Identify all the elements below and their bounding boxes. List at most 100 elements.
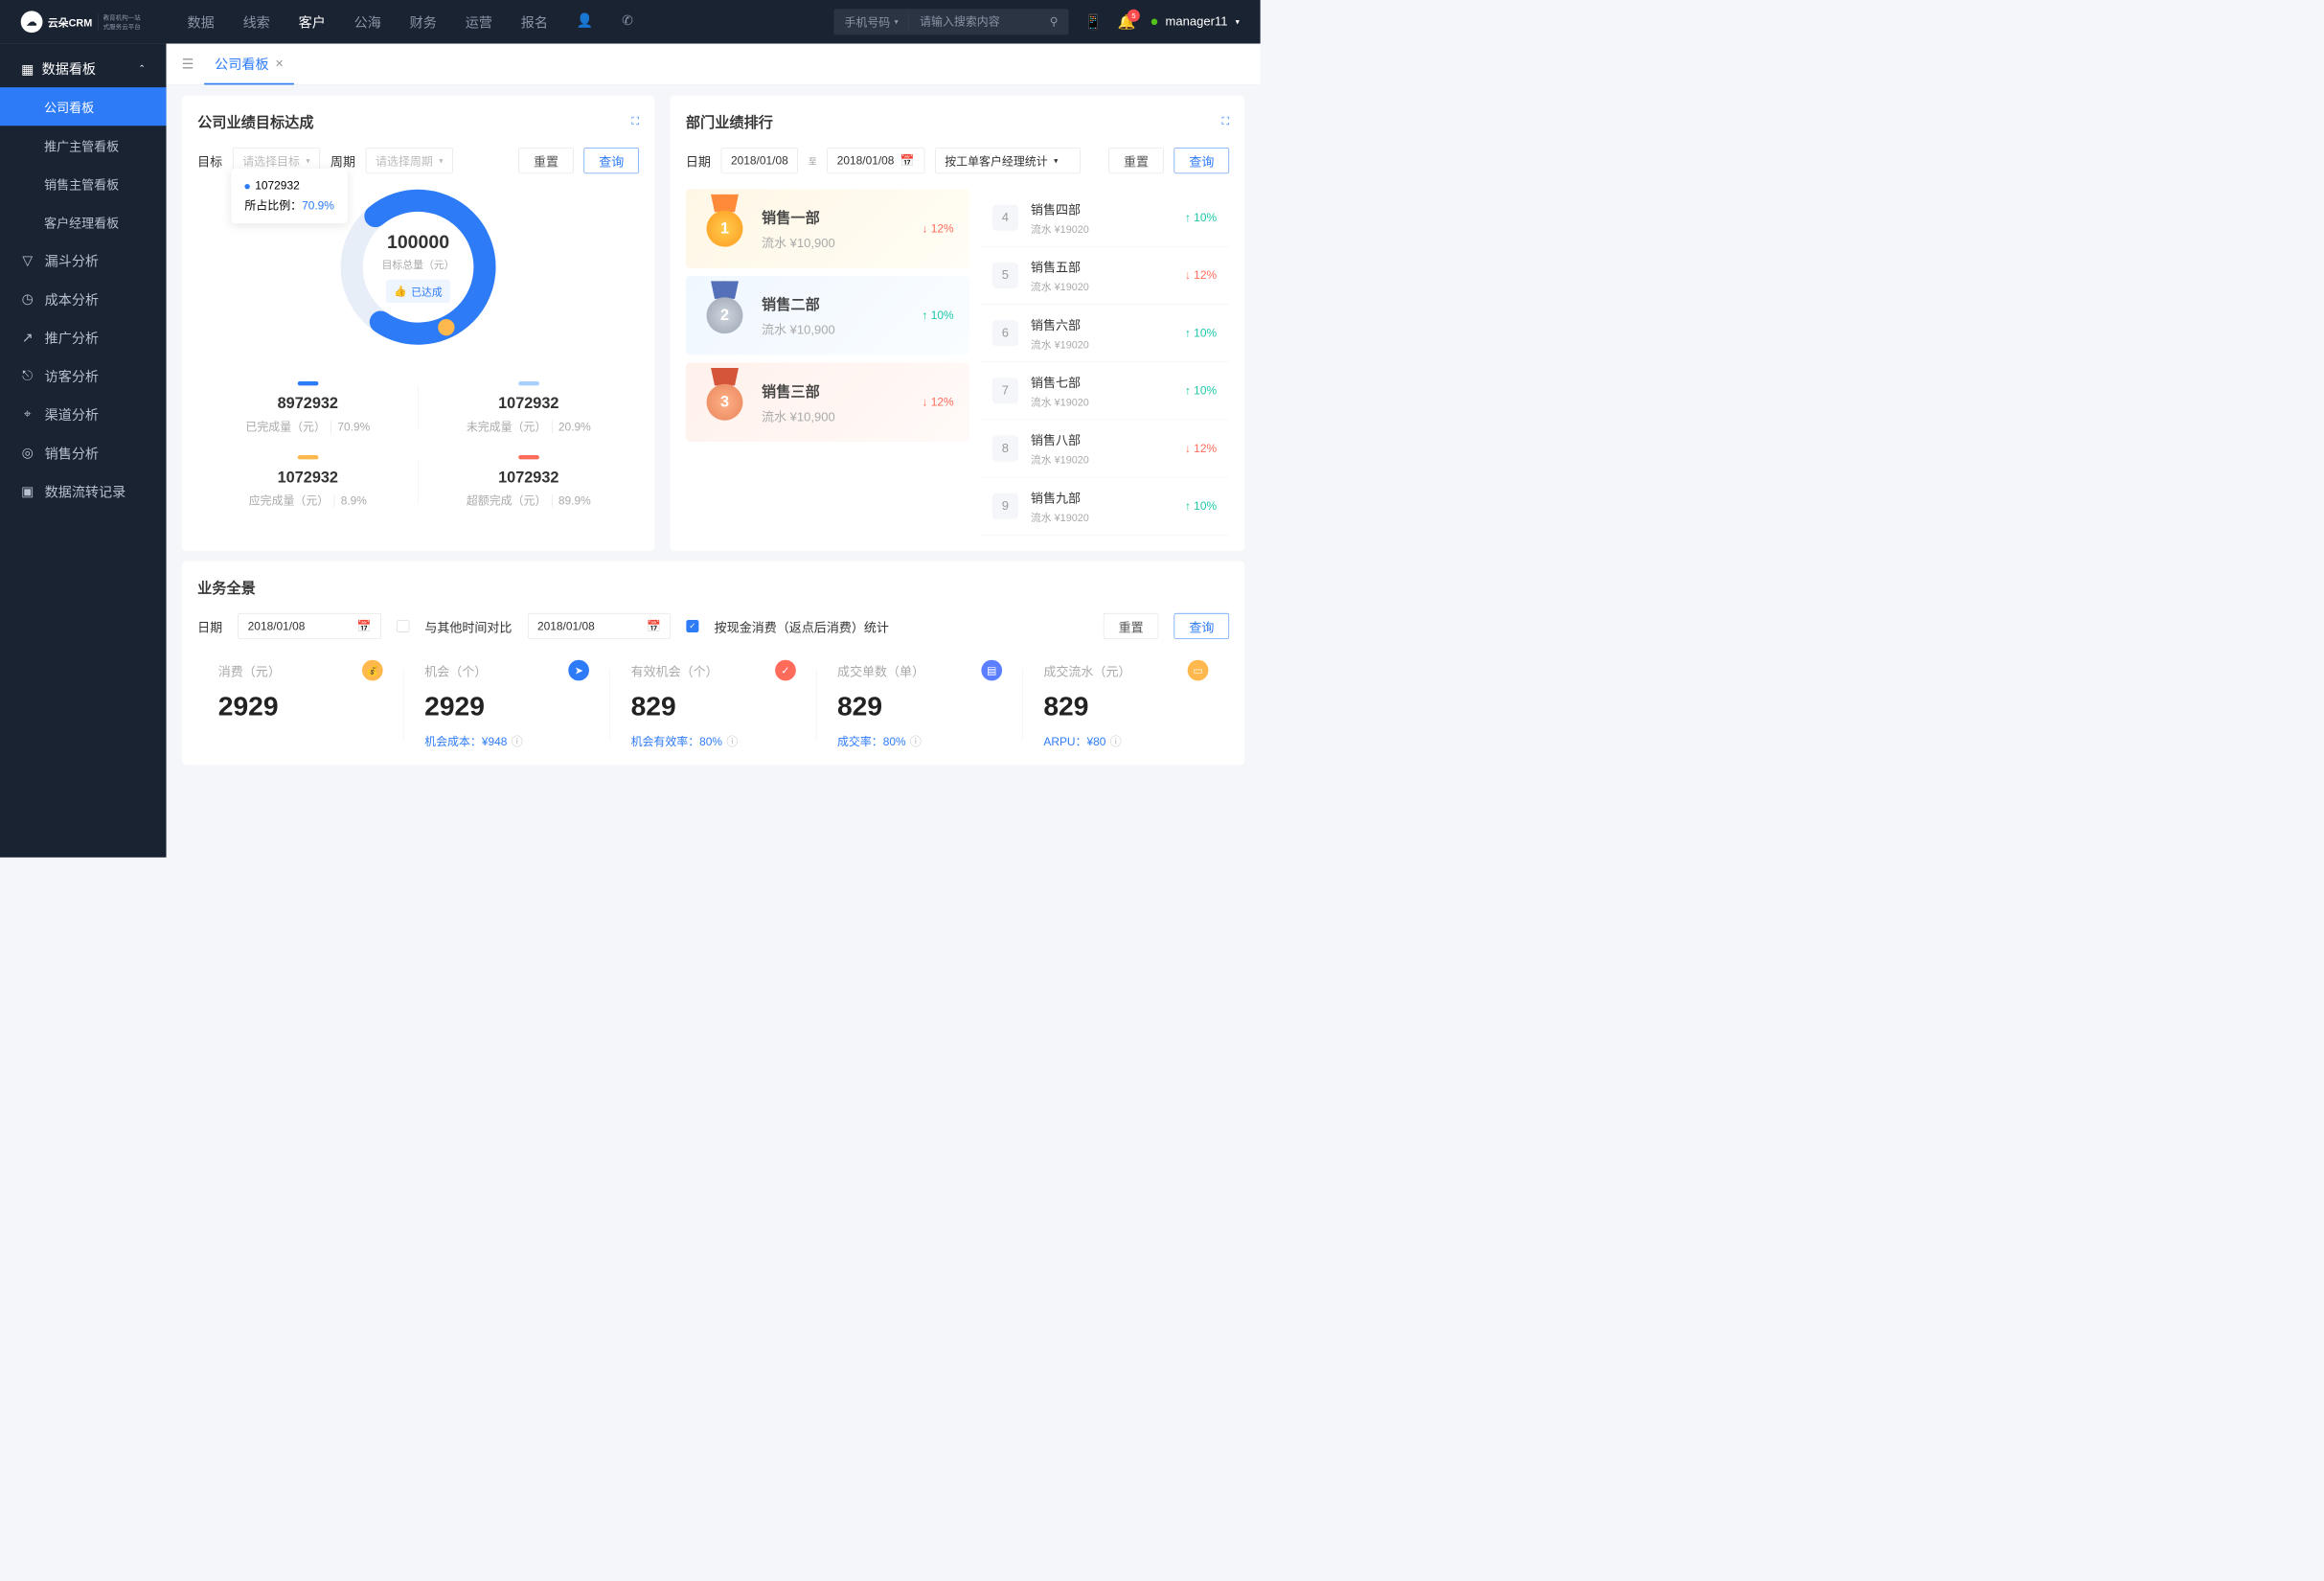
arrow-up-icon: ↑ [1185,327,1191,340]
goal-title: 公司业绩目标达成 [197,111,313,132]
query-button[interactable]: 查询 [584,148,639,173]
date-input-1[interactable]: 2018/01/08📅 [238,613,380,639]
rank-row: 5销售五部流水 ¥19020↓12% [980,247,1229,305]
silver-medal-icon: 2 [701,289,748,341]
metric: 成交流水（元）▭829ARPU：¥80ⓘ [1023,660,1229,749]
period-select[interactable]: 请选择周期▾ [366,148,453,173]
query-button[interactable]: 查询 [1174,148,1229,173]
metric-icon: ➤ [568,660,589,681]
nav-sea[interactable]: 公海 [354,12,381,32]
rank-list: 4销售四部流水 ¥19020↑10%5销售五部流水 ¥19020↓12%6销售六… [980,189,1229,535]
target-label: 目标 [197,151,222,170]
rank-2-card: 2 销售二部流水 ¥10,900 ↑10% [686,276,969,355]
metric: 消费（元）💰2929 [197,660,403,749]
calendar-icon: 📅 [357,619,372,632]
sidebar-sales[interactable]: ◎销售分析 [0,433,167,471]
tab-bar: ☰ 公司看板✕ [167,44,1261,85]
top-nav: ☁ 云朵CRM 教育机构一站式服务云平台 数据 线索 客户 公海 财务 运营 报… [0,0,1261,44]
close-icon[interactable]: ✕ [275,57,284,70]
user-icon[interactable]: 👤 [577,12,594,32]
sidebar-promo-dashboard[interactable]: 推广主管看板 [0,126,167,164]
stat-completed: 8972932已完成量（元）70.9% [197,371,418,445]
phone-icon[interactable]: ✆ [622,12,633,32]
metric: 机会（个）➤2929机会成本：¥948ⓘ [403,660,609,749]
sidebar-visitor[interactable]: ⎋访客分析 [0,356,167,395]
mobile-icon[interactable]: 📱 [1084,13,1103,31]
sidebar-sales-dashboard[interactable]: 销售主管看板 [0,164,167,202]
arrow-up-icon: ↑ [1185,384,1191,398]
nav-data[interactable]: 数据 [188,12,215,32]
arrow-up-icon: ↑ [1185,499,1191,513]
gold-medal-icon: 1 [701,202,748,254]
arrow-down-icon: ↓ [1185,442,1191,455]
nav-leads[interactable]: 线索 [243,12,270,32]
arrow-down-icon: ↓ [1185,268,1191,282]
date-label: 日期 [197,617,222,635]
status-dot [1151,19,1158,26]
arrow-up-icon: ↑ [923,309,928,322]
period-label: 周期 [330,151,355,170]
reset-button[interactable]: 重置 [1104,613,1158,639]
tab-company-dashboard[interactable]: 公司看板✕ [204,44,294,85]
calendar-icon: 📅 [900,154,915,168]
bronze-medal-icon: 3 [701,377,748,428]
metric-icon: 💰 [362,660,383,681]
achieved-badge: 👍已达成 [386,280,451,303]
nav-customers[interactable]: 客户 [299,12,326,32]
sidebar-channel[interactable]: ⌖渠道分析 [0,395,167,433]
search-input[interactable] [909,15,1039,29]
cash-checkbox[interactable]: ✓ [686,620,698,632]
expand-icon[interactable]: ⛶ [631,116,639,127]
nav-signup[interactable]: 报名 [521,12,548,32]
date-input-2[interactable]: 2018/01/08📅 [528,613,671,639]
date-to-select[interactable]: 2018/01/08📅 [827,148,924,173]
notification-badge: 5 [1128,9,1140,21]
ranking-card: 部门业绩排行 ⛶ 日期 2018/01/08 至 2018/01/08📅 按工单… [671,96,1245,551]
help-icon[interactable]: ⓘ [1110,733,1122,749]
sidebar-funnel[interactable]: ▽漏斗分析 [0,241,167,280]
metric-icon: ▭ [1188,660,1209,681]
user-name: manager11 [1166,14,1228,29]
rank-3-card: 3 销售三部流水 ¥10,900 ↓12% [686,363,969,442]
overview-title: 业务全景 [197,577,1229,598]
metric-icon: ✓ [775,660,796,681]
date-from-select[interactable]: 2018/01/08 [721,148,798,173]
bell-icon[interactable]: 🔔5 [1118,13,1136,31]
expand-icon[interactable]: ⛶ [1221,116,1229,127]
help-icon[interactable]: ⓘ [726,733,738,749]
reset-button[interactable]: 重置 [1108,148,1163,173]
chart-tooltip: 1072932 所占比例：70.9% [231,169,348,223]
sidebar-cost[interactable]: ◷成本分析 [0,280,167,318]
metric: 有效机会（个）✓829机会有效率：80%ⓘ [610,660,816,749]
user-menu[interactable]: manager11 ▾ [1151,14,1240,29]
sidebar-promo[interactable]: ↗推广分析 [0,318,167,356]
sidebar-company-dashboard[interactable]: 公司看板 [0,87,167,126]
stat-type-select[interactable]: 按工单客户经理统计▾ [935,148,1081,173]
sidebar-manager-dashboard[interactable]: 客户经理看板 [0,202,167,241]
arrow-up-icon: ↑ [1185,211,1191,224]
nav-ops[interactable]: 运营 [466,12,492,32]
search-box: 手机号码▾ ⚲ [834,9,1069,34]
stat-excess: 1072932超额完成（元）89.9% [419,445,639,518]
rank-row: 4销售四部流水 ¥19020↑10% [980,189,1229,246]
rank-row: 6销售六部流水 ¥19020↑10% [980,305,1229,362]
query-button[interactable]: 查询 [1174,613,1229,639]
logo: ☁ 云朵CRM 教育机构一站式服务云平台 [21,11,141,33]
rank-1-card: 1 销售一部流水 ¥10,900 ↓12% [686,189,969,267]
sidebar-header[interactable]: ▦ 数据看板⌃ [0,49,167,87]
help-icon[interactable]: ⓘ [910,733,922,749]
reset-button[interactable]: 重置 [518,148,573,173]
stat-incomplete: 1072932未完成量（元）20.9% [419,371,639,445]
stat-expected: 1072932应完成量（元）8.9% [197,445,418,518]
rank-row: 7销售七部流水 ¥19020↑10% [980,362,1229,420]
search-type-select[interactable]: 手机号码▾ [834,13,910,30]
compare-checkbox[interactable] [397,620,409,632]
search-icon[interactable]: ⚲ [1039,15,1068,29]
sidebar-flow[interactable]: ▣数据流转记录 [0,471,167,510]
help-icon[interactable]: ⓘ [512,733,523,749]
overview-card: 业务全景 日期 2018/01/08📅 与其他时间对比 2018/01/08📅 … [182,561,1245,766]
hamburger-icon[interactable]: ☰ [182,57,194,73]
sidebar: ▦ 数据看板⌃ 公司看板 推广主管看板 销售主管看板 客户经理看板 ▽漏斗分析 … [0,44,167,858]
nav-finance[interactable]: 财务 [410,12,437,32]
goal-card: 公司业绩目标达成 ⛶ 目标 请选择目标▾ 周期 请选择周期▾ 重置 查询 [182,96,654,551]
